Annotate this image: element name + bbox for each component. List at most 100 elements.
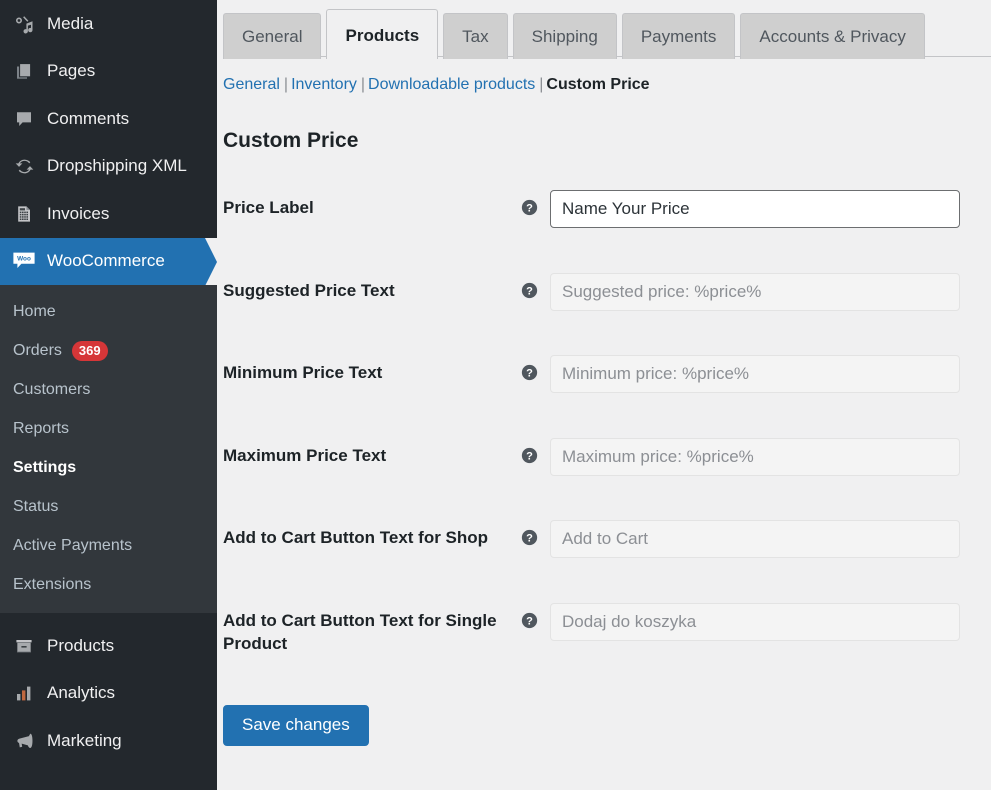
sidebar-subitem-reports[interactable]: Reports xyxy=(0,409,217,448)
field-cell xyxy=(550,354,960,394)
sidebar-subitem-label: Orders xyxy=(13,341,62,359)
tab-tax[interactable]: Tax xyxy=(443,13,508,59)
settings-tabs-bar: General Products Tax Shipping Payments A… xyxy=(217,0,991,66)
sidebar-subitem-label: Status xyxy=(13,497,59,515)
add-to-cart-shop-input[interactable] xyxy=(550,520,960,559)
form-row-suggested-price-text: Suggested Price Text ? xyxy=(223,272,960,355)
form-row-price-label: Price Label ? xyxy=(223,189,960,272)
help-icon[interactable]: ? xyxy=(521,364,538,381)
admin-screen: Media Pages Comments Dropshipping XML In… xyxy=(0,0,991,790)
subnav-link-general[interactable]: General xyxy=(223,76,280,93)
svg-text:Woo: Woo xyxy=(17,256,31,263)
sidebar-item-label: Media xyxy=(47,13,94,33)
tab-label: Accounts & Privacy xyxy=(759,27,906,46)
sidebar-top-menu: Media Pages Comments Dropshipping XML In… xyxy=(0,0,217,285)
sidebar-subitem-label: Customers xyxy=(13,380,91,398)
page-title: Custom Price xyxy=(223,129,359,152)
help-icon[interactable]: ? xyxy=(521,529,538,546)
tab-label: Shipping xyxy=(531,27,598,46)
products-icon xyxy=(9,635,39,657)
help-icon[interactable]: ? xyxy=(521,282,538,299)
sidebar-item-label: Comments xyxy=(47,108,130,128)
sidebar-subitem-label: Extensions xyxy=(13,575,92,593)
sidebar-subitem-settings[interactable]: Settings xyxy=(0,448,217,487)
price-label-input[interactable] xyxy=(550,190,960,228)
svg-text:?: ? xyxy=(526,202,533,214)
tab-label: Products xyxy=(345,26,420,45)
sidebar-item-label: WooCommerce xyxy=(47,251,165,271)
help-cell: ? xyxy=(508,272,550,299)
sidebar-item-products[interactable]: Products xyxy=(0,622,217,670)
svg-text:?: ? xyxy=(526,533,533,545)
tab-label: Payments xyxy=(640,27,717,46)
sidebar-subitem-status[interactable]: Status xyxy=(0,487,217,526)
comments-icon xyxy=(9,108,39,130)
subnav-link-inventory[interactable]: Inventory xyxy=(291,76,357,93)
help-icon[interactable]: ? xyxy=(521,612,538,629)
pages-icon xyxy=(9,60,39,82)
tab-payments[interactable]: Payments xyxy=(621,13,736,59)
tab-general[interactable]: General xyxy=(223,13,322,59)
sidebar-subitem-extensions[interactable]: Extensions xyxy=(0,565,217,604)
sidebar-item-pages[interactable]: Pages xyxy=(0,48,217,96)
sidebar-subitem-label: Active Payments xyxy=(13,536,133,554)
svg-text:?: ? xyxy=(526,285,533,297)
maximum-price-text-input[interactable] xyxy=(550,437,960,476)
analytics-icon xyxy=(9,682,39,704)
sidebar-item-analytics[interactable]: Analytics xyxy=(0,670,217,718)
sidebar-subitem-active-payments[interactable]: Active Payments xyxy=(0,526,217,565)
svg-text:?: ? xyxy=(526,368,533,380)
admin-sidebar: Media Pages Comments Dropshipping XML In… xyxy=(0,0,217,790)
tab-shipping[interactable]: Shipping xyxy=(512,13,617,59)
subnav-current-custom-price: Custom Price xyxy=(546,76,650,93)
sidebar-item-label: Dropshipping XML xyxy=(47,156,187,176)
settings-subnav: General | Inventory | Downloadable products |… xyxy=(217,66,991,96)
help-cell: ? xyxy=(508,519,550,546)
tab-products[interactable]: Products xyxy=(326,9,439,59)
add-to-cart-single-product-input[interactable] xyxy=(550,602,960,641)
help-cell: ? xyxy=(508,602,550,629)
form-actions: Save changes xyxy=(223,704,991,746)
field-cell xyxy=(550,602,960,641)
tab-label: General xyxy=(242,27,303,46)
sidebar-item-label: Marketing xyxy=(47,730,122,750)
form-row-add-to-cart-single-product: Add to Cart Button Text for Single Produ… xyxy=(223,602,960,685)
sidebar-subitem-orders[interactable]: Orders 369 xyxy=(0,331,217,370)
help-icon[interactable]: ? xyxy=(521,447,538,464)
sync-icon xyxy=(9,155,39,177)
subnav-separator: | xyxy=(360,76,366,93)
subnav-link-downloadable-products[interactable]: Downloadable products xyxy=(368,76,535,93)
sidebar-item-media[interactable]: Media xyxy=(0,0,217,48)
help-cell: ? xyxy=(508,437,550,464)
invoice-icon xyxy=(9,203,39,225)
sidebar-item-invoices[interactable]: Invoices xyxy=(0,190,217,238)
svg-text:?: ? xyxy=(526,450,533,462)
help-cell: ? xyxy=(508,189,550,216)
sidebar-subitem-customers[interactable]: Customers xyxy=(0,370,217,409)
marketing-icon xyxy=(9,730,39,752)
field-label: Maximum Price Text xyxy=(223,445,387,465)
minimum-price-text-input[interactable] xyxy=(550,355,960,394)
form-row-add-to-cart-shop: Add to Cart Button Text for Shop ? xyxy=(223,519,960,602)
tab-accounts-privacy[interactable]: Accounts & Privacy xyxy=(740,13,925,59)
sidebar-subitem-home[interactable]: Home xyxy=(0,292,217,331)
field-label: Price Label xyxy=(223,198,314,217)
sidebar-item-dropshipping-xml[interactable]: Dropshipping XML xyxy=(0,143,217,191)
sidebar-item-woocommerce[interactable]: Woo WooCommerce xyxy=(0,237,217,285)
woocommerce-icon: Woo xyxy=(9,250,39,272)
sidebar-item-comments[interactable]: Comments xyxy=(0,95,217,143)
sidebar-item-label: Pages xyxy=(47,61,96,81)
subnav-separator: | xyxy=(283,76,289,93)
help-icon[interactable]: ? xyxy=(521,199,538,216)
sidebar-item-marketing[interactable]: Marketing xyxy=(0,717,217,765)
field-label: Suggested Price Text xyxy=(223,280,395,300)
sidebar-bottom-menu: Products Analytics Marketing xyxy=(0,622,217,765)
suggested-price-text-input[interactable] xyxy=(550,272,960,311)
save-changes-button[interactable]: Save changes xyxy=(223,704,369,746)
field-cell xyxy=(550,519,960,559)
field-label: Add to Cart Button Text for Single Produ… xyxy=(223,610,497,653)
tab-label: Tax xyxy=(462,27,489,46)
subnav-separator: | xyxy=(539,76,544,93)
sidebar-item-label: Products xyxy=(47,635,115,655)
sidebar-submenu-woocommerce: Home Orders 369 Customers Reports Settin… xyxy=(0,285,217,613)
